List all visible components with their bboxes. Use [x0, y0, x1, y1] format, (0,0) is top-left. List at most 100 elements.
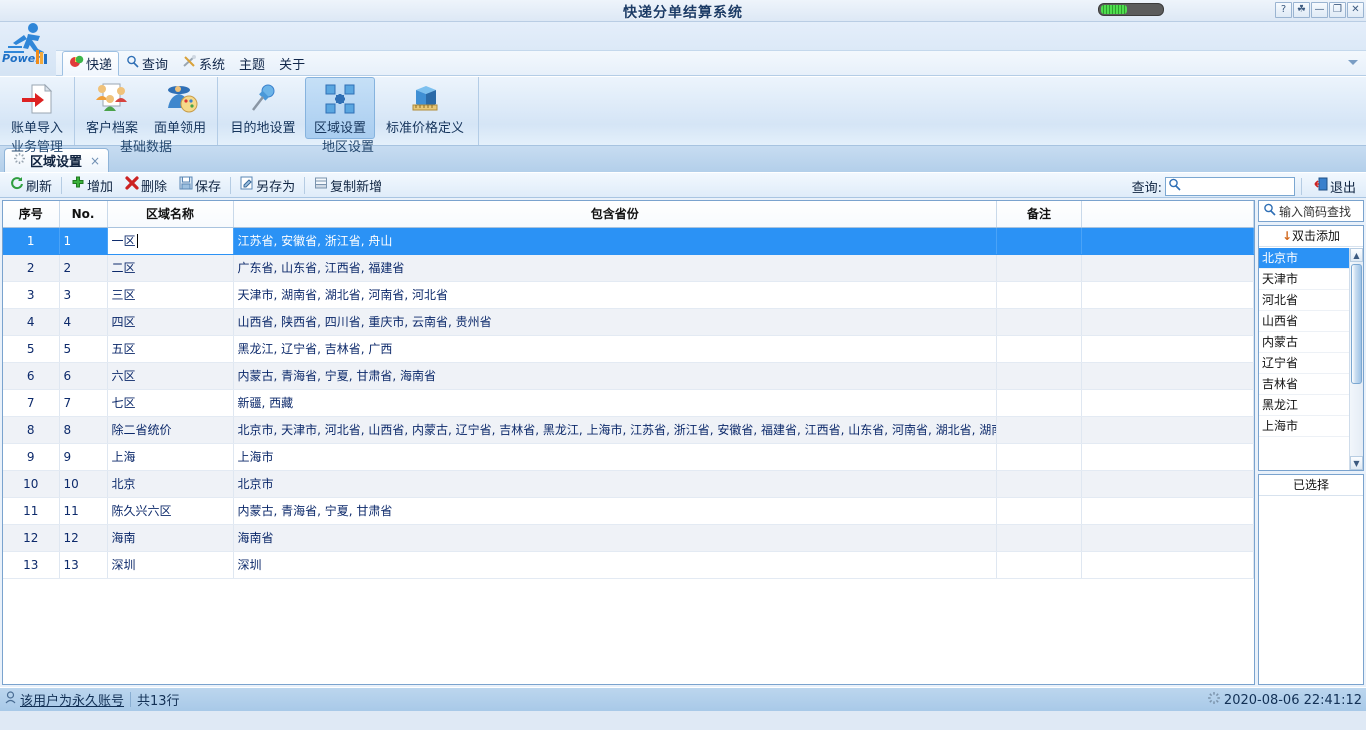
menu-item-kuaidi[interactable]: 快递: [62, 50, 120, 76]
button-label: 复制新增: [330, 179, 383, 195]
list-item[interactable]: 河北省: [1259, 290, 1349, 311]
exit-door-icon: [1314, 177, 1328, 195]
table-header-row: 序号 No. 区域名称 包含省份 备注: [3, 201, 1254, 228]
blue-cube-ruler-icon: [377, 81, 473, 117]
exit-button[interactable]: 退出: [1308, 175, 1362, 198]
cell-name[interactable]: 七区: [107, 389, 234, 417]
available-province-list[interactable]: ↓双击添加 北京市 天津市 河北省 山西省 内蒙古 辽宁省 吉林省 黑龙江 上海…: [1258, 225, 1364, 471]
status-bar: 该用户为永久账号 共13行 2020-08-06 22:41:12: [0, 687, 1366, 711]
list-item[interactable]: 山西省: [1259, 311, 1349, 332]
cell-name[interactable]: 深圳: [107, 551, 234, 579]
cell-remark: [996, 254, 1082, 282]
search-input[interactable]: [1181, 178, 1294, 194]
column-header-blank[interactable]: [1081, 201, 1254, 228]
cell-name[interactable]: 四区: [107, 308, 234, 336]
close-button[interactable]: ✕: [1347, 2, 1364, 18]
ribbon-group-business: 账单导入 业务管理: [0, 77, 75, 155]
toolbar-separator: [304, 176, 306, 194]
add-button[interactable]: 增加: [65, 174, 119, 197]
list-item[interactable]: 北京市: [1259, 248, 1349, 269]
table-row[interactable]: 3 3 三区 天津市, 湖南省, 湖北省, 河南省, 河北省: [3, 281, 1254, 309]
table-row[interactable]: 8 8 除二省统价 北京市, 天津市, 河北省, 山西省, 内蒙古, 辽宁省, …: [3, 416, 1254, 444]
menu-item-zhuti[interactable]: 主题: [232, 51, 272, 76]
scrollbar-thumb[interactable]: [1351, 264, 1362, 384]
cell-name-editor[interactable]: 一区: [107, 227, 234, 255]
button-label: 增加: [87, 179, 114, 195]
shortcode-find-box[interactable]: 输入简码查找: [1258, 200, 1364, 222]
menu-item-chaxun[interactable]: 查询: [119, 51, 175, 76]
list-item[interactable]: 黑龙江: [1259, 395, 1349, 416]
column-header-name[interactable]: 区域名称: [107, 201, 234, 228]
ribbon-button-region-setting[interactable]: 区域设置: [305, 77, 375, 139]
cell-provinces: 新疆, 西藏: [233, 389, 997, 417]
table-row[interactable]: 13 13 深圳 深圳: [3, 551, 1254, 579]
cell-name[interactable]: 上海: [107, 443, 234, 471]
minimize-button[interactable]: —: [1311, 2, 1328, 18]
table-row[interactable]: 2 2 二区 广东省, 山东省, 江西省, 福建省: [3, 254, 1254, 282]
table-row[interactable]: 4 4 四区 山西省, 陕西省, 四川省, 重庆市, 云南省, 贵州省: [3, 308, 1254, 336]
table-row[interactable]: 11 11 陈久兴六区 内蒙古, 青海省, 宁夏, 甘肃省: [3, 497, 1254, 525]
help-button[interactable]: ?: [1275, 2, 1292, 18]
column-header-remark[interactable]: 备注: [996, 201, 1082, 228]
list-item[interactable]: 内蒙古: [1259, 332, 1349, 353]
scroll-up-icon[interactable]: ▲: [1350, 248, 1363, 262]
cell-name[interactable]: 北京: [107, 470, 234, 498]
menu-item-xitong[interactable]: 系统: [175, 51, 232, 76]
cell-name[interactable]: 陈久兴六区: [107, 497, 234, 525]
column-header-no[interactable]: No.: [59, 201, 108, 228]
table-row[interactable]: 12 12 海南 海南省: [3, 524, 1254, 552]
table-row[interactable]: 5 5 五区 黑龙江, 辽宁省, 吉林省, 广西: [3, 335, 1254, 363]
search-icon: [1168, 178, 1182, 195]
cell-name[interactable]: 除二省统价: [107, 416, 234, 444]
cell-name[interactable]: 海南: [107, 524, 234, 552]
list-scrollbar[interactable]: ▲ ▼: [1349, 248, 1363, 470]
column-header-provinces[interactable]: 包含省份: [233, 201, 997, 228]
ribbon-button-customer-file[interactable]: 客户档案: [78, 77, 146, 139]
ribbon-button-standard-price[interactable]: 标准价格定义: [375, 77, 475, 139]
status-datetime: 2020-08-06 22:41:12: [1223, 692, 1362, 708]
cell-seq: 13: [3, 551, 60, 579]
table-row[interactable]: 6 6 六区 内蒙古, 青海省, 宁夏, 甘肃省, 海南省: [3, 362, 1254, 390]
table-row[interactable]: 10 10 北京 北京市: [3, 470, 1254, 498]
search-box[interactable]: [1164, 176, 1295, 196]
ribbon-collapse-icon[interactable]: [1348, 60, 1358, 65]
save-as-button[interactable]: 另存为: [234, 174, 301, 197]
cell-remark: [996, 497, 1082, 525]
table-row[interactable]: 1 1 一区 江苏省, 安徽省, 浙江省, 舟山: [3, 227, 1254, 255]
cell-seq: 5: [3, 335, 60, 363]
copy-new-button[interactable]: 复制新增: [308, 174, 388, 197]
save-button[interactable]: 保存: [173, 174, 227, 197]
ribbon-button-waybill-claim[interactable]: 面单领用: [146, 77, 214, 139]
cell-blank: [1081, 551, 1254, 579]
region-grid: 序号 No. 区域名称 包含省份 备注 1 1 一区 江苏省, 安徽省, 浙江省…: [2, 200, 1255, 685]
table-row[interactable]: 7 7 七区 新疆, 西藏: [3, 389, 1254, 417]
refresh-button[interactable]: 刷新: [4, 174, 58, 197]
ribbon-button-bill-import[interactable]: 账单导入: [3, 77, 71, 139]
maximize-button[interactable]: ❐: [1329, 2, 1346, 18]
cell-blank: [1081, 389, 1254, 417]
cell-seq: 4: [3, 308, 60, 336]
column-header-seq[interactable]: 序号: [3, 201, 60, 228]
ribbon-button-destination-setting[interactable]: 目的地设置: [221, 77, 305, 139]
cell-seq: 7: [3, 389, 60, 417]
cell-name[interactable]: 五区: [107, 335, 234, 363]
status-user[interactable]: 该用户为永久账号: [4, 690, 124, 709]
list-item[interactable]: 吉林省: [1259, 374, 1349, 395]
cell-name[interactable]: 三区: [107, 281, 234, 309]
menu-item-guanyu[interactable]: 关于: [272, 51, 312, 76]
cell-name[interactable]: 六区: [107, 362, 234, 390]
delete-button[interactable]: 删除: [119, 174, 173, 197]
table-row[interactable]: 9 9 上海 上海市: [3, 443, 1254, 471]
cell-blank: [1081, 227, 1254, 255]
painter-icon: [148, 81, 212, 117]
cell-blank: [1081, 470, 1254, 498]
ribbon-button-label: 区域设置: [313, 121, 366, 136]
cell-name[interactable]: 二区: [107, 254, 234, 282]
selected-province-list[interactable]: 已选择: [1258, 474, 1364, 685]
list-item[interactable]: 上海市: [1259, 416, 1349, 437]
skin-button[interactable]: ☘: [1293, 2, 1310, 18]
list-item[interactable]: 天津市: [1259, 269, 1349, 290]
scroll-down-icon[interactable]: ▼: [1350, 456, 1363, 470]
list-item[interactable]: 辽宁省: [1259, 353, 1349, 374]
import-document-icon: [5, 81, 69, 117]
